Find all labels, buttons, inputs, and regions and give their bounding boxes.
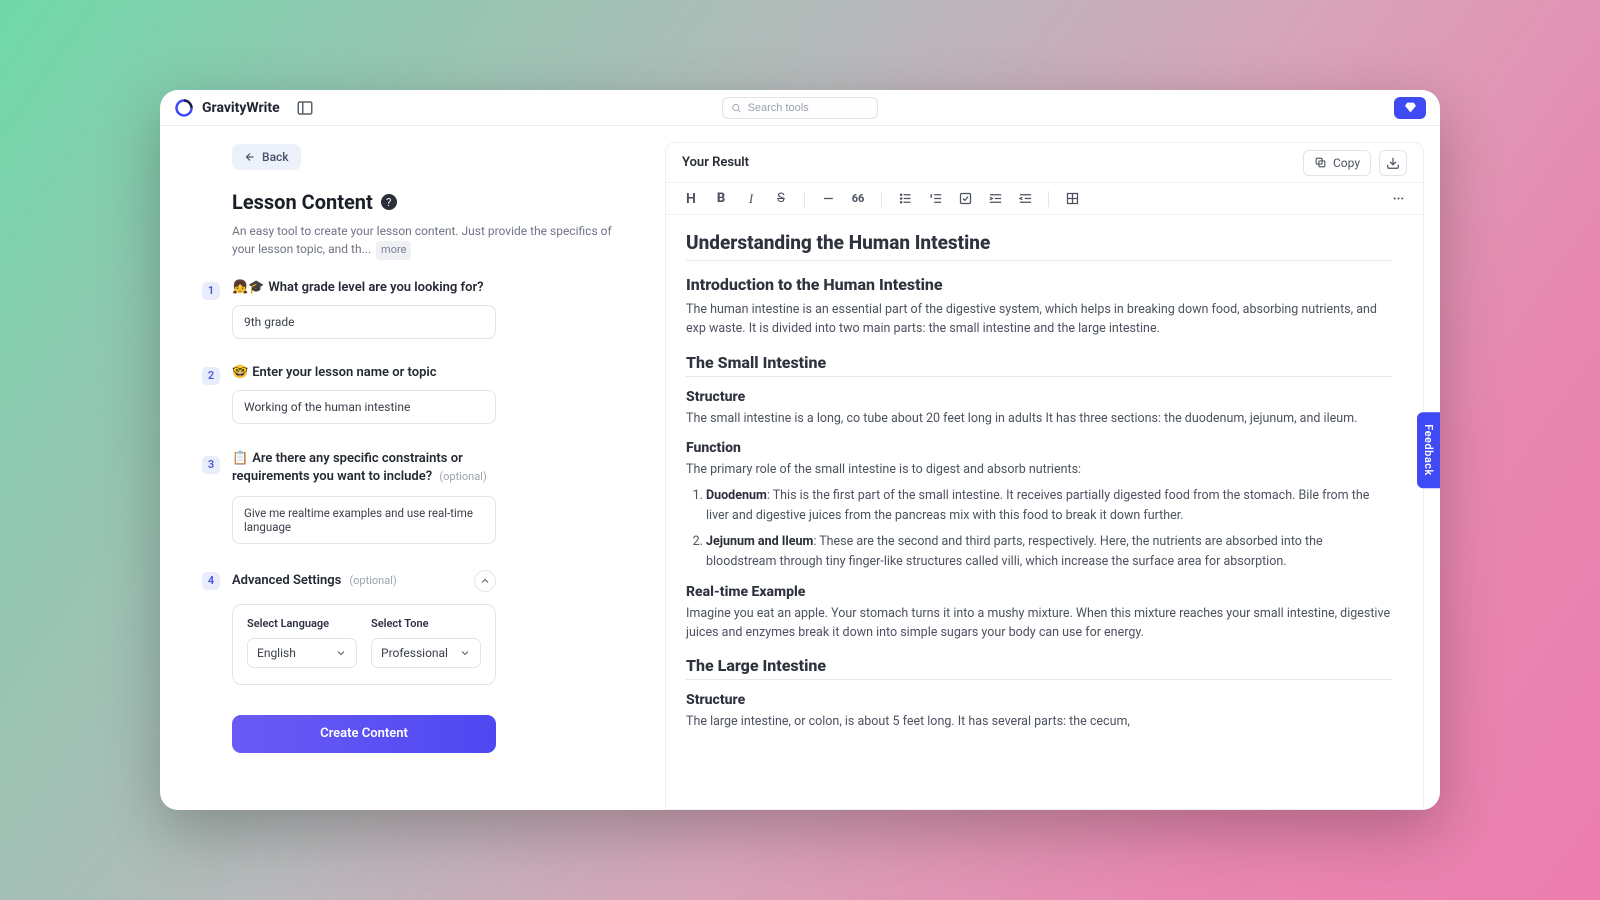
logo-icon — [174, 98, 194, 118]
chevron-down-icon — [335, 647, 347, 659]
doc-paragraph: Imagine you eat an apple. Your stomach t… — [686, 604, 1393, 643]
constraints-input[interactable]: Give me realtime examples and use real-t… — [232, 496, 496, 544]
doc-h1: Understanding the Human Intestine — [686, 231, 1393, 254]
panel-toggle-icon[interactable] — [296, 99, 314, 117]
back-button[interactable]: Back — [232, 144, 301, 170]
doc-ordered-list: Duodenum: This is the first part of the … — [706, 486, 1393, 572]
divider — [686, 260, 1393, 261]
help-icon[interactable]: ? — [381, 194, 397, 210]
toolbar-separator — [1048, 191, 1049, 207]
table-button[interactable] — [1059, 187, 1085, 211]
doc-h3-rte: Real-time Example — [686, 584, 1393, 600]
dots-icon — [1391, 191, 1406, 206]
checklist-button[interactable] — [952, 187, 978, 211]
list-item: Jejunum and Ileum: These are the second … — [706, 532, 1393, 572]
chevron-up-icon — [479, 575, 491, 587]
step-3-label: 📋Are there any specific constraints or r… — [232, 450, 496, 486]
doc-paragraph: The large intestine, or colon, is about … — [686, 712, 1393, 731]
search-box[interactable] — [722, 97, 878, 119]
hr-button[interactable] — [815, 187, 841, 211]
indent-icon — [988, 191, 1003, 206]
ordered-list-icon — [928, 191, 943, 206]
list-item: Duodenum: This is the first part of the … — [706, 486, 1393, 526]
bold-button[interactable]: B — [708, 187, 734, 211]
advanced-settings-label: Advanced Settings (optional) — [232, 573, 397, 588]
doc-paragraph: The primary role of the small intestine … — [686, 460, 1393, 479]
copy-icon — [1314, 156, 1327, 169]
advanced-settings-card: Select Language English Select Tone Prof… — [232, 604, 496, 685]
doc-h3-function: Function — [686, 440, 1393, 456]
grade-level-input[interactable]: 9th grade — [232, 305, 496, 339]
page-description: An easy tool to create your lesson conte… — [232, 224, 612, 256]
doc-paragraph: The human intestine is an essential part… — [686, 300, 1393, 339]
form-panel: Back Lesson Content ? An easy tool to cr… — [160, 126, 665, 810]
toolbar-separator — [804, 191, 805, 207]
editor-toolbar: H B I S 66 — [666, 183, 1423, 215]
step-2-label: 🤓 Enter your lesson name or topic — [232, 365, 637, 380]
step-2-badge: 2 — [202, 367, 220, 385]
step-1-badge: 1 — [202, 282, 220, 300]
tone-select[interactable]: Professional — [371, 638, 481, 668]
search-input[interactable] — [748, 102, 869, 114]
doc-h3-large-structure: Structure — [686, 692, 1393, 708]
copy-button[interactable]: Copy — [1303, 150, 1371, 176]
numbered-list-button[interactable] — [922, 187, 948, 211]
italic-button[interactable]: I — [738, 187, 764, 211]
brand-logo[interactable]: GravityWrite — [174, 98, 280, 118]
step-3-badge: 3 — [202, 456, 220, 474]
doc-h2-small: The Small Intestine — [686, 353, 1393, 377]
brand-name: GravityWrite — [202, 100, 280, 116]
advanced-toggle-button[interactable] — [474, 570, 496, 592]
doc-paragraph: The small intestine is a long, co tube a… — [686, 409, 1393, 428]
search-icon — [731, 102, 742, 114]
doc-h2-large: The Large Intestine — [686, 656, 1393, 680]
bullet-list-button[interactable] — [892, 187, 918, 211]
download-icon — [1386, 156, 1400, 170]
download-button[interactable] — [1379, 150, 1407, 176]
arrow-left-icon — [244, 151, 256, 163]
feedback-tab[interactable]: Feedback — [1417, 412, 1440, 488]
tone-label: Select Tone — [371, 617, 481, 630]
main-body: Back Lesson Content ? An easy tool to cr… — [160, 126, 1440, 810]
app-window: GravityWrite Back Lesson Content ? An ea… — [160, 90, 1440, 810]
language-label: Select Language — [247, 617, 357, 630]
page-title: Lesson Content — [232, 190, 373, 214]
step-4-badge: 4 — [202, 572, 220, 590]
quote-button[interactable]: 66 — [845, 187, 871, 211]
more-button[interactable]: more — [376, 241, 411, 260]
minus-icon — [821, 191, 836, 206]
create-content-button[interactable]: Create Content — [232, 715, 496, 753]
outdent-button[interactable] — [1012, 187, 1038, 211]
more-button[interactable] — [1385, 187, 1411, 211]
toolbar-separator — [881, 191, 882, 207]
checkbox-icon — [958, 191, 973, 206]
doc-h3-structure: Structure — [686, 389, 1393, 405]
result-title: Your Result — [682, 155, 749, 170]
doc-h2-intro: Introduction to the Human Intestine — [686, 275, 1393, 294]
diamond-icon — [1404, 101, 1417, 114]
result-header: Your Result Copy — [666, 143, 1423, 183]
document-content[interactable]: Understanding the Human Intestine Introd… — [666, 215, 1423, 809]
premium-button[interactable] — [1394, 97, 1426, 119]
heading-button[interactable]: H — [678, 187, 704, 211]
topbar: GravityWrite — [160, 90, 1440, 126]
lesson-topic-input[interactable]: Working of the human intestine — [232, 390, 496, 424]
chevron-down-icon — [459, 647, 471, 659]
list-icon — [898, 191, 913, 206]
back-label: Back — [262, 150, 289, 164]
language-select[interactable]: English — [247, 638, 357, 668]
strikethrough-button[interactable]: S — [768, 187, 794, 211]
step-1-label: 👧🎓 What grade level are you looking for? — [232, 280, 637, 295]
result-panel: Your Result Copy H B I S 66 — [665, 142, 1424, 810]
outdent-icon — [1018, 191, 1033, 206]
table-icon — [1065, 191, 1080, 206]
indent-button[interactable] — [982, 187, 1008, 211]
